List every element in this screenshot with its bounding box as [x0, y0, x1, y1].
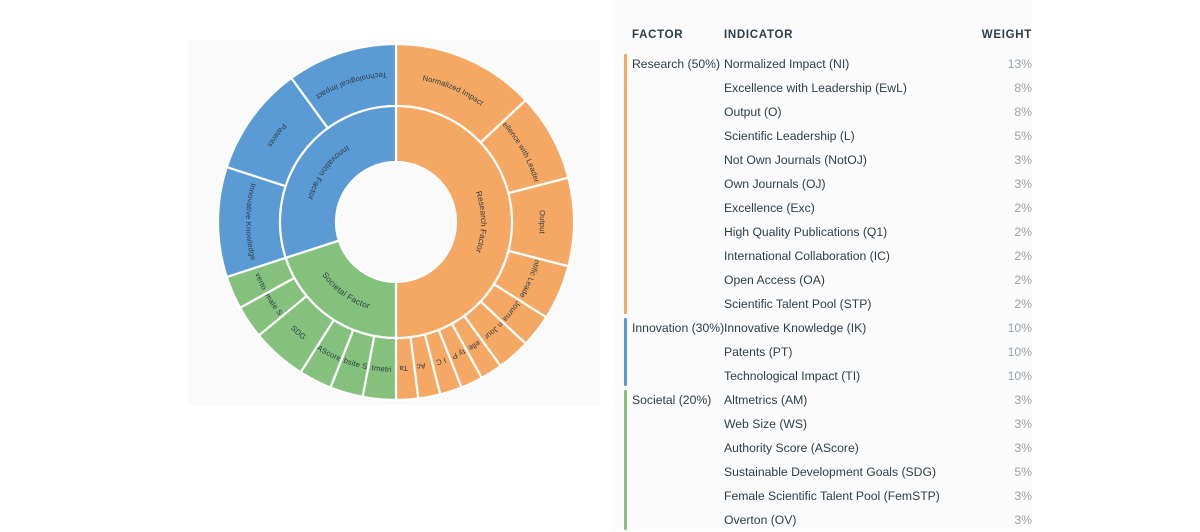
weight-value: 8%	[1014, 81, 1032, 95]
weight-value: 5%	[1014, 129, 1032, 143]
weight-value: 3%	[1014, 513, 1032, 527]
indicator-label: Excellence (Exc)	[724, 201, 815, 215]
indicator-label: Overton (OV)	[724, 513, 797, 527]
table-row[interactable]: Female Scientific Talent Pool (FemSTP) 3%	[612, 484, 1032, 508]
sunburst-slice-label: Output	[537, 210, 547, 235]
column-header-indicator: INDICATOR	[724, 29, 794, 41]
indicator-label: High Quality Publications (Q1)	[724, 225, 888, 239]
factor-group: Innovation (30%) Innovative Knowledge (IK…	[612, 316, 1032, 388]
table-row[interactable]: Own Journals (OJ) 3%	[612, 172, 1032, 196]
weight-value: 3%	[1014, 417, 1032, 431]
weight-value: 3%	[1014, 153, 1032, 167]
table-row[interactable]: Societal (20%) Altmetrics (AM) 3%	[612, 388, 1032, 412]
weight-value: 3%	[1014, 441, 1032, 455]
table-row[interactable]: Sustainable Development Goals (SDG) 5%	[612, 460, 1032, 484]
table-row[interactable]: Patents (PT) 10%	[612, 340, 1032, 364]
table-row[interactable]: Overton (OV) 3%	[612, 508, 1032, 532]
indicator-label: Patents (PT)	[724, 345, 793, 359]
weight-value: 2%	[1014, 225, 1032, 239]
indicator-label: Female Scientific Talent Pool (FemSTP)	[724, 489, 940, 503]
indicator-label: Sustainable Development Goals (SDG)	[724, 465, 937, 479]
indicator-label: Normalized Impact (NI)	[724, 57, 850, 71]
factor-group: Research (50%) Normalized Impact (NI) 13% E…	[612, 52, 1032, 316]
table-header-row: FACTOR INDICATOR WEIGHT	[612, 0, 1032, 52]
sunburst-inner-ring	[278, 104, 514, 340]
weight-value: 2%	[1014, 201, 1032, 215]
indicator-label: Innovative Knowledge (IK)	[724, 321, 867, 335]
weight-value: 3%	[1014, 489, 1032, 503]
weight-value: 13%	[1007, 57, 1032, 71]
weight-value: 8%	[1014, 105, 1032, 119]
indicator-label: Web Size (WS)	[724, 417, 808, 431]
table-row[interactable]: Scientific Talent Pool (STP) 2%	[612, 292, 1032, 316]
table-row[interactable]: Scientific Leadership (L) 5%	[612, 124, 1032, 148]
indicator-label: Technological Impact (TI)	[724, 369, 861, 383]
weight-value: 10%	[1007, 345, 1032, 359]
indicator-label: Open Access (OA)	[724, 273, 825, 287]
weight-value: 3%	[1014, 177, 1032, 191]
indicator-label: Authority Score (AScore)	[724, 441, 859, 455]
indicator-label: Scientific Talent Pool (STP)	[724, 297, 872, 311]
indicator-label: Scientific Leadership (L)	[724, 129, 855, 143]
indicator-label: Own Journals (OJ)	[724, 177, 826, 191]
sunburst-outer-ring	[216, 42, 576, 402]
column-header-weight: WEIGHT	[981, 29, 1032, 41]
weight-value: 2%	[1014, 273, 1032, 287]
table-row[interactable]: Not Own Journals (NotOJ) 3%	[612, 148, 1032, 172]
sunburst-chart[interactable]: Normalized ImpactExcellence with Leaders…	[188, 40, 600, 405]
weight-value: 2%	[1014, 297, 1032, 311]
table-row[interactable]: Authority Score (AScore) 3%	[612, 436, 1032, 460]
weight-value: 10%	[1007, 321, 1032, 335]
table-row[interactable]: Research (50%) Normalized Impact (NI) 13%	[612, 52, 1032, 76]
table-row[interactable]: High Quality Publications (Q1) 2%	[612, 220, 1032, 244]
indicator-label: Altmetrics (AM)	[724, 393, 808, 407]
factor-label: Research (50%)	[632, 57, 721, 71]
table-row[interactable]: Output (O) 8%	[612, 100, 1032, 124]
weight-value: 5%	[1014, 465, 1032, 479]
table-row[interactable]: Web Size (WS) 3%	[612, 412, 1032, 436]
weight-value: 10%	[1007, 369, 1032, 383]
indicator-label: Not Own Journals (NotOJ)	[724, 153, 867, 167]
table-body: Research (50%) Normalized Impact (NI) 13% E…	[612, 52, 1032, 532]
table-row[interactable]: Open Access (OA) 2%	[612, 268, 1032, 292]
factor-label: Innovation (30%)	[632, 321, 725, 335]
indicator-weights-table-panel: FACTOR INDICATOR WEIGHT Research (50%) No…	[612, 0, 1032, 531]
indicator-label: Excellence with Leadership (EwL)	[724, 81, 907, 95]
factor-group: Societal (20%) Altmetrics (AM) 3% Web Size …	[612, 388, 1032, 532]
table-row[interactable]: Innovation (30%) Innovative Knowledge (IK…	[612, 316, 1032, 340]
table-row[interactable]: Excellence (Exc) 2%	[612, 196, 1032, 220]
table-row[interactable]: International Collaboration (IC) 2%	[612, 244, 1032, 268]
sunburst-chart-panel: Normalized ImpactExcellence with Leaders…	[188, 40, 600, 405]
weight-value: 3%	[1014, 393, 1032, 407]
indicator-label: Output (O)	[724, 105, 782, 119]
weight-value: 2%	[1014, 249, 1032, 263]
table-row[interactable]: Excellence with Leadership (EwL) 8%	[612, 76, 1032, 100]
table-row[interactable]: Technological Impact (TI) 10%	[612, 364, 1032, 388]
factor-label: Societal (20%)	[632, 393, 712, 407]
page-scrollbar-track[interactable]	[1026, 0, 1032, 531]
indicator-label: International Collaboration (IC)	[724, 249, 890, 263]
column-header-factor: FACTOR	[632, 29, 684, 41]
